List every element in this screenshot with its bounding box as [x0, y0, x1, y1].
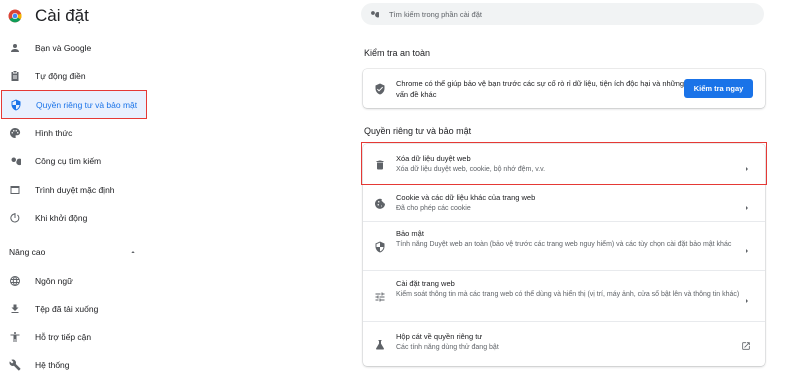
- safety-check-card: Chrome có thể giúp bảo vệ bạn trước các …: [363, 69, 765, 108]
- shield-icon: [10, 99, 22, 111]
- globe-icon: [9, 275, 21, 287]
- cookie-icon: [374, 197, 386, 209]
- sidebar-item-system[interactable]: Hệ thống: [0, 354, 148, 376]
- security-row[interactable]: Bảo mật Tính năng Duyệt web an toàn (bảo…: [363, 222, 765, 270]
- sidebar-item-languages[interactable]: Ngôn ngữ: [0, 270, 148, 292]
- browser-icon: [9, 184, 21, 196]
- row-title: Cookie và các dữ liệu khác của trang web: [396, 193, 536, 202]
- row-subtitle: Xóa dữ liệu duyệt web, cookie, bộ nhớ đệ…: [396, 166, 546, 173]
- privacy-heading: Quyền riêng tư và bảo mật: [364, 126, 472, 136]
- sidebar-item-appearance[interactable]: Hình thức: [0, 122, 148, 144]
- sidebar-item-label: Ngôn ngữ: [35, 276, 73, 286]
- wrench-icon: [9, 359, 21, 371]
- trash-icon: [374, 158, 386, 170]
- shield-icon: [374, 240, 386, 253]
- chevron-right-icon: [743, 292, 751, 303]
- download-icon: [9, 303, 21, 315]
- safety-check-heading: Kiểm tra an toàn: [364, 48, 431, 58]
- open-in-new-icon: [741, 338, 751, 350]
- advanced-section-label: Nâng cao: [9, 247, 46, 257]
- sidebar-item-label: Hệ thống: [35, 360, 70, 370]
- sidebar-item-on-startup[interactable]: Khi khởi động: [0, 207, 148, 229]
- sidebar-item-default-browser[interactable]: Trình duyệt mặc định: [0, 179, 148, 201]
- row-subtitle: Các tính năng dùng thử đang bật: [396, 344, 499, 351]
- advanced-section-toggle[interactable]: Nâng cao: [9, 243, 137, 261]
- search-icon: [9, 155, 21, 167]
- clear-browsing-data-row[interactable]: Xóa dữ liệu duyệt web Xóa dữ liệu duyệt …: [363, 144, 765, 184]
- row-subtitle: Tính năng Duyệt web an toàn (bảo vệ trướ…: [396, 241, 732, 248]
- row-title: Cài đặt trang web: [396, 279, 455, 288]
- sidebar-item-label: Hỗ trợ tiếp cận: [35, 332, 92, 342]
- power-icon: [9, 212, 21, 224]
- row-subtitle: Kiểm soát thông tin mà các trang web có …: [396, 291, 740, 298]
- sidebar-item-label: Bạn và Google: [35, 43, 92, 53]
- sidebar-item-label: Quyền riêng tư và bảo mật: [36, 99, 138, 110]
- sidebar-item-autofill[interactable]: Tự động điền: [0, 65, 148, 87]
- person-icon: [9, 42, 21, 54]
- privacy-sandbox-row[interactable]: Hộp cát về quyền riêng tư Các tính năng …: [363, 322, 765, 366]
- sidebar: Cài đặt Bạn và Google Tự động điền Quyền…: [0, 0, 170, 380]
- row-subtitle: Đã cho phép các cookie: [396, 205, 471, 212]
- sidebar-item-label: Khi khởi động: [35, 213, 88, 223]
- sidebar-item-downloads[interactable]: Tệp đã tải xuống: [0, 298, 148, 320]
- sidebar-item-label: Công cụ tìm kiếm: [35, 156, 102, 166]
- sidebar-item-privacy-security[interactable]: Quyền riêng tư và bảo mật: [1, 90, 147, 119]
- privacy-card: Xóa dữ liệu duyệt web Xóa dữ liệu duyệt …: [363, 144, 765, 366]
- tune-icon: [374, 290, 386, 302]
- clipboard-icon: [9, 70, 21, 82]
- row-title: Xóa dữ liệu duyệt web: [396, 154, 471, 163]
- sidebar-item-search-engine[interactable]: Công cụ tìm kiếm: [0, 150, 148, 172]
- chevron-right-icon: [743, 160, 751, 171]
- settings-search[interactable]: [361, 3, 764, 25]
- caret-up-icon: [129, 248, 137, 256]
- row-title: Hộp cát về quyền riêng tư: [396, 332, 483, 341]
- sidebar-item-label: Hình thức: [35, 128, 73, 138]
- safety-check-description: Chrome có thể giúp bảo vệ bạn trước các …: [396, 79, 685, 99]
- flask-icon: [374, 338, 386, 350]
- search-icon: [369, 9, 379, 19]
- sidebar-item-label: Tệp đã tải xuống: [35, 304, 99, 314]
- page-title: Cài đặt: [35, 6, 89, 25]
- sidebar-item-accessibility[interactable]: Hỗ trợ tiếp cận: [0, 326, 148, 348]
- sidebar-item-label: Tự động điền: [35, 71, 86, 81]
- brand: Cài đặt: [8, 6, 89, 26]
- sidebar-item-you-and-google[interactable]: Bạn và Google: [0, 37, 148, 59]
- cookies-row[interactable]: Cookie và các dữ liệu khác của trang web…: [363, 185, 765, 221]
- sidebar-item-label: Trình duyệt mặc định: [35, 185, 115, 195]
- chrome-logo: [8, 9, 22, 23]
- site-settings-row[interactable]: Cài đặt trang web Kiểm soát thông tin mà…: [363, 271, 765, 321]
- shield-icon: [374, 82, 386, 95]
- search-input[interactable]: [389, 9, 749, 19]
- check-now-button[interactable]: Kiểm tra ngay: [684, 79, 753, 98]
- chevron-right-icon: [743, 199, 751, 210]
- chevron-right-icon: [743, 242, 751, 253]
- accessibility-icon: [9, 331, 21, 343]
- row-title: Bảo mật: [396, 229, 424, 238]
- palette-icon: [9, 127, 21, 139]
